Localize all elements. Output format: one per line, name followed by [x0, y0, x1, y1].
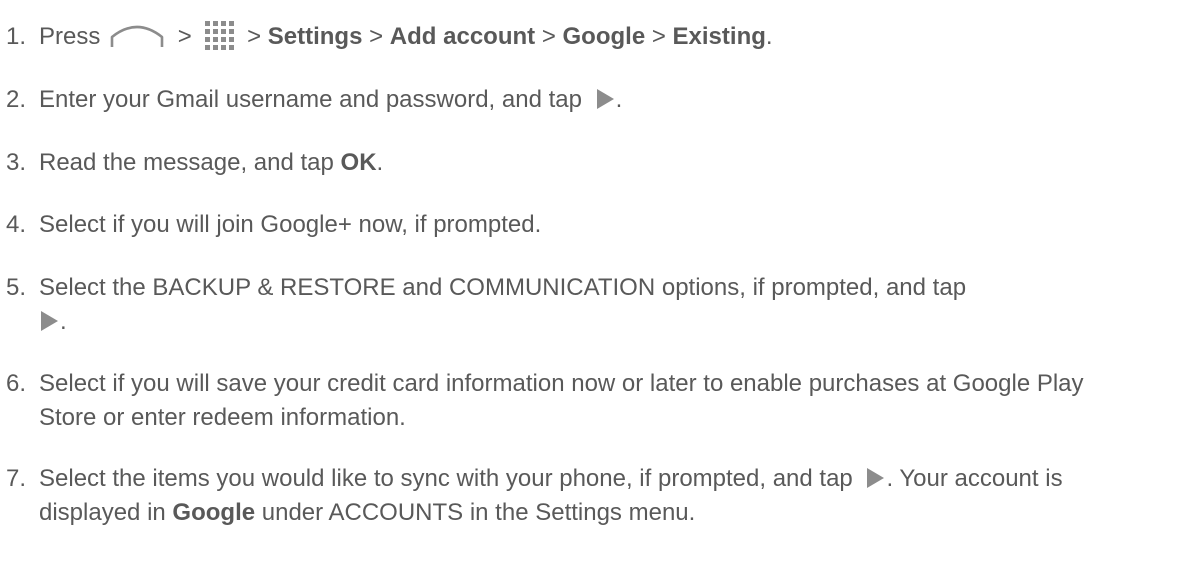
google-label: Google: [562, 23, 646, 50]
step-number: 2.: [6, 86, 27, 113]
period: .: [60, 308, 67, 335]
existing-label: Existing: [672, 23, 766, 50]
apps-grid-icon: [205, 20, 235, 50]
ok-label: OK: [340, 149, 377, 176]
step-number: 7.: [6, 465, 27, 492]
google-label: Google: [172, 499, 256, 526]
step-4: 4. Select if you will join Google+ now, …: [6, 208, 1186, 242]
period: .: [376, 149, 384, 176]
instruction-steps: 1. Press > > Settings > Add account > Go…: [0, 0, 1204, 570]
step-6: 6. Select if you will save your credit c…: [6, 367, 1186, 435]
next-arrow-icon: [41, 310, 58, 331]
add-account-label: Add account: [389, 23, 536, 50]
step-3: 3. Read the message, and tap OK.: [6, 146, 1186, 180]
step-text: Select the BACKUP & RESTORE and COMMUNIC…: [39, 274, 967, 301]
step-5: 5. Select the BACKUP & RESTORE and COMMU…: [6, 271, 1186, 339]
period: .: [765, 23, 773, 50]
separator: >: [247, 23, 262, 50]
step-number: 5.: [6, 274, 27, 301]
step-text: Select the items you would like to sync …: [39, 465, 853, 492]
next-arrow-icon: [867, 467, 885, 488]
separator: >: [541, 23, 556, 50]
step-number: 4.: [6, 211, 27, 238]
settings-label: Settings: [267, 23, 363, 50]
step-7: 7. Select the items you would like to sy…: [6, 462, 1186, 530]
separator: >: [177, 23, 192, 50]
step-text-end: under ACCOUNTS in the Settings menu.: [261, 499, 696, 526]
step-2: 2. Enter your Gmail username and passwor…: [6, 83, 1186, 117]
step-number: 6.: [6, 370, 27, 397]
step-number: 1.: [6, 23, 27, 50]
step-text: Select if you will join Google+ now, if …: [39, 211, 542, 238]
step-1: 1. Press > > Settings > Add account > Go…: [6, 20, 1186, 54]
home-key-icon: [110, 25, 164, 47]
step-text: Select if you will save your credit card…: [39, 370, 1084, 431]
press-label: Press: [39, 23, 101, 50]
step-text: Read the message, and tap: [39, 149, 334, 176]
separator: >: [651, 23, 666, 50]
period: .: [615, 86, 623, 113]
step-number: 3.: [6, 149, 27, 176]
step-text: Enter your Gmail username and password, …: [39, 86, 582, 113]
separator: >: [369, 23, 384, 50]
next-arrow-icon: [596, 88, 614, 109]
